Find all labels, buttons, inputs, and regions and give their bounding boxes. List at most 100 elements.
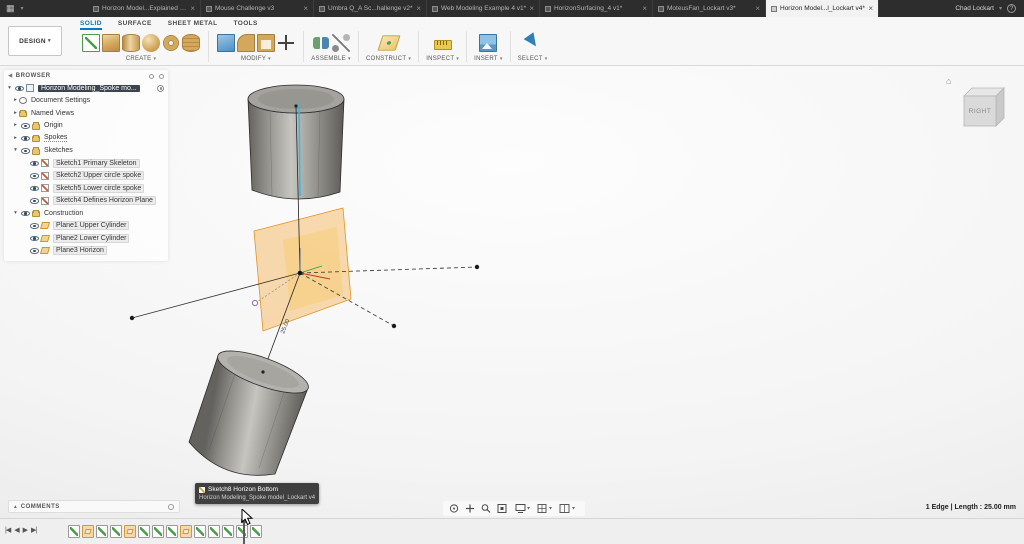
browser-row-sketch[interactable]: Sketch4 Defines Horizon Plane: [4, 195, 168, 208]
expand-open-icon[interactable]: ▾: [12, 148, 19, 154]
browser-row-plane[interactable]: Plane1 Upper Cylinder: [4, 220, 168, 233]
construction-plane-icon[interactable]: [377, 35, 400, 50]
group-label-construct[interactable]: CONSTRUCT ▾: [366, 56, 411, 62]
timeline-feature-sketch-icon[interactable]: [208, 525, 220, 538]
root-component-label[interactable]: Horizon Modeling_Spoke mo...: [38, 85, 140, 92]
data-panel-grid-icon[interactable]: ▦: [6, 4, 15, 13]
group-label-insert[interactable]: INSERT ▾: [474, 56, 503, 62]
tab-close-icon[interactable]: ×: [755, 5, 760, 13]
expand-open-icon[interactable]: ▾: [12, 211, 19, 217]
torus-icon[interactable]: [164, 36, 178, 50]
view-cube[interactable]: ⌂ RIGHT: [952, 80, 1014, 138]
measure-icon[interactable]: [434, 40, 452, 50]
tab-close-icon[interactable]: ×: [642, 5, 647, 13]
browser-root-row[interactable]: ▾ Horizon Modeling_Spoke mo...: [4, 82, 168, 95]
cylinder-icon[interactable]: [122, 34, 140, 52]
visibility-eye-icon[interactable]: [15, 86, 24, 92]
viewport-layout-icon[interactable]: [560, 505, 575, 513]
browser-row-named-views[interactable]: ▸ Named Views: [4, 107, 168, 120]
tab-close-icon[interactable]: ×: [529, 5, 534, 13]
visibility-eye-icon[interactable]: [21, 211, 30, 217]
document-tab[interactable]: Mouse Challenge v3 ×: [201, 0, 314, 17]
browser-settings-icon[interactable]: [149, 74, 154, 79]
create-sketch-icon[interactable]: [82, 34, 100, 52]
timeline-feature-plane-icon[interactable]: [180, 525, 192, 538]
timeline-feature-sketch-icon[interactable]: [222, 525, 234, 538]
browser-row-document-settings[interactable]: ▸ Document Settings: [4, 95, 168, 108]
browser-row-construction[interactable]: ▾ Construction: [4, 207, 168, 220]
expand-collapsed-icon[interactable]: ▸: [12, 111, 19, 117]
joint-icon[interactable]: [332, 34, 350, 52]
fit-view-icon[interactable]: [498, 505, 506, 513]
insert-canvas-icon[interactable]: [479, 34, 497, 52]
browser-row-spokes[interactable]: ▸ Spokes: [4, 132, 168, 145]
go-to-end-button[interactable]: ▶|: [31, 527, 36, 534]
tab-close-icon[interactable]: ×: [416, 5, 421, 13]
tab-sheet-metal[interactable]: SHEET METAL: [168, 20, 218, 30]
visibility-eye-icon[interactable]: [30, 223, 39, 229]
browser-options-icon[interactable]: [159, 74, 164, 79]
document-tab[interactable]: MoteusFan_Lockart v3* ×: [653, 0, 766, 17]
group-label-inspect[interactable]: INSPECT ▾: [426, 56, 459, 62]
group-label-select[interactable]: SELECT ▾: [518, 56, 548, 62]
comments-bar[interactable]: ▴ COMMENTS: [8, 500, 180, 513]
browser-row-sketch[interactable]: Sketch2 Upper circle spoke: [4, 170, 168, 183]
shell-icon[interactable]: [257, 34, 275, 52]
coil-icon[interactable]: [182, 34, 200, 52]
play-button[interactable]: ▶: [23, 527, 27, 534]
tab-close-icon[interactable]: ×: [303, 5, 308, 13]
file-menu-caret-icon[interactable]: ▾: [21, 5, 24, 12]
help-icon[interactable]: ?: [1007, 4, 1016, 13]
timeline-feature-sketch-icon[interactable]: [110, 525, 122, 538]
go-to-start-button[interactable]: |◀: [5, 527, 10, 534]
visibility-eye-icon[interactable]: [30, 248, 39, 254]
visibility-eye-icon[interactable]: [30, 173, 39, 179]
display-settings-icon[interactable]: [516, 505, 530, 513]
fillet-icon[interactable]: [237, 34, 255, 52]
tab-solid[interactable]: SOLID: [80, 20, 102, 30]
timeline-feature-sketch-icon[interactable]: [68, 525, 80, 538]
select-cursor-icon[interactable]: [524, 34, 542, 52]
tab-tools[interactable]: TOOLS: [234, 20, 258, 30]
visibility-eye-icon[interactable]: [21, 136, 30, 142]
document-tab-active[interactable]: Horizon Model...l_Lockart v4* ×: [766, 0, 879, 17]
visibility-eye-icon[interactable]: [21, 148, 30, 154]
move-copy-icon[interactable]: [277, 34, 295, 52]
expand-open-icon[interactable]: ▾: [6, 86, 13, 92]
browser-row-origin[interactable]: ▸ Origin: [4, 120, 168, 133]
timeline-feature-sketch-icon[interactable]: [152, 525, 164, 538]
group-label-create[interactable]: CREATE ▾: [126, 56, 157, 62]
visibility-eye-icon[interactable]: [30, 161, 39, 167]
selected-edge-highlight[interactable]: [299, 103, 300, 196]
timeline-feature-plane-icon[interactable]: [124, 525, 136, 538]
timeline-feature-plane-icon[interactable]: [82, 525, 94, 538]
group-label-assemble[interactable]: ASSEMBLE ▾: [311, 56, 351, 62]
horizon-construction-plane[interactable]: [254, 208, 351, 331]
upper-cylinder-body[interactable]: [248, 85, 344, 199]
collapse-left-icon[interactable]: ◀: [8, 73, 13, 79]
upper-center-point[interactable]: [294, 104, 297, 107]
step-back-button[interactable]: ◀: [14, 527, 18, 534]
browser-row-sketch[interactable]: Sketch5 Lower circle spoke: [4, 182, 168, 195]
box-icon[interactable]: [102, 34, 120, 52]
timeline-feature-sketch-icon[interactable]: [166, 525, 178, 538]
visibility-eye-icon[interactable]: [30, 186, 39, 192]
document-tab[interactable]: HorizonSurfacing_4 v1* ×: [540, 0, 653, 17]
lower-cylinder-body[interactable]: [189, 342, 313, 475]
user-menu-caret-icon[interactable]: ▾: [999, 5, 1002, 12]
tab-close-icon[interactable]: ×: [868, 5, 873, 13]
group-label-modify[interactable]: MODIFY ▾: [241, 56, 271, 62]
tab-surface[interactable]: SURFACE: [118, 20, 152, 30]
press-pull-icon[interactable]: [217, 34, 235, 52]
workspace-switcher-design[interactable]: DESIGN ▾: [8, 26, 62, 56]
browser-row-sketch[interactable]: Sketch1 Primary Skeleton: [4, 157, 168, 170]
timeline-feature-sketch-icon[interactable]: [194, 525, 206, 538]
document-tab[interactable]: Horizon Model...Explained v2* ×: [88, 0, 201, 17]
orbit-icon[interactable]: [450, 505, 457, 512]
expand-collapsed-icon[interactable]: ▸: [12, 123, 19, 129]
new-component-icon[interactable]: [312, 34, 330, 52]
visibility-eye-icon[interactable]: [21, 123, 30, 129]
visibility-eye-icon[interactable]: [30, 236, 39, 242]
lower-center-point[interactable]: [261, 370, 264, 373]
timeline-feature-sketch-icon[interactable]: [138, 525, 150, 538]
